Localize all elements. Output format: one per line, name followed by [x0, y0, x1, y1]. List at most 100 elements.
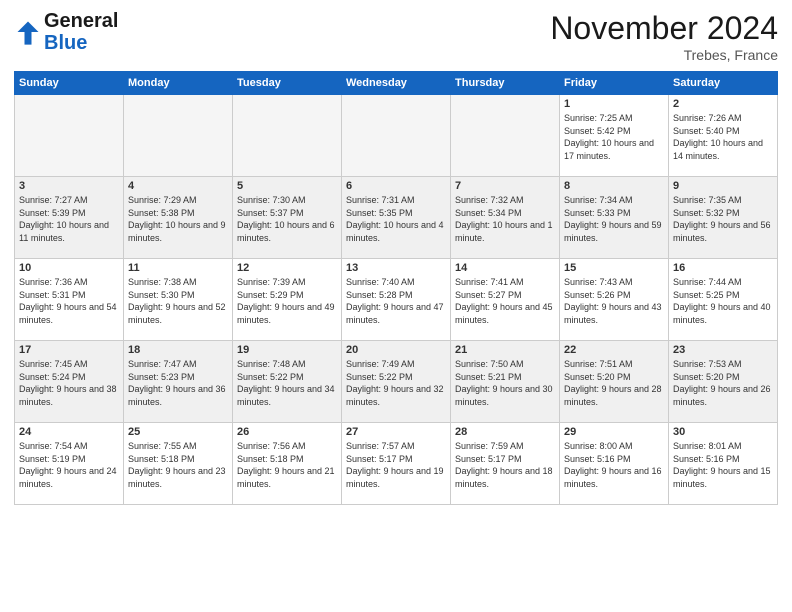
- day-number: 24: [19, 426, 119, 438]
- calendar-cell: 6 Sunrise: 7:31 AM Sunset: 5:35 PM Daylig…: [342, 177, 451, 259]
- calendar-week-5: 24 Sunrise: 7:54 AM Sunset: 5:19 PM Dayli…: [15, 423, 778, 505]
- day-number: 17: [19, 344, 119, 356]
- calendar-cell: 28Sunrise: 7:59 AM Sunset: 5:17 PM Dayli…: [451, 423, 560, 505]
- day-info: Sunrise: 7:29 AM Sunset: 5:38 PM Dayligh…: [128, 194, 228, 244]
- calendar-cell: 3 Sunrise: 7:27 AM Sunset: 5:39 PM Daylig…: [15, 177, 124, 259]
- day-number: 7: [455, 180, 555, 192]
- day-info: Sunrise: 7:25 AM Sunset: 5:42 PM Dayligh…: [564, 112, 664, 162]
- day-number: 11: [128, 262, 228, 274]
- day-number: 21: [455, 344, 555, 356]
- day-number: 3: [19, 180, 119, 192]
- day-info: Sunrise: 7:27 AM Sunset: 5:39 PM Dayligh…: [19, 194, 119, 244]
- day-number: 6: [346, 180, 446, 192]
- calendar-week-3: 10 Sunrise: 7:36 AM Sunset: 5:31 PM Dayli…: [15, 259, 778, 341]
- day-info: Sunrise: 7:31 AM Sunset: 5:35 PM Dayligh…: [346, 194, 446, 244]
- calendar-week-1: 1 Sunrise: 7:25 AM Sunset: 5:42 PM Daylig…: [15, 95, 778, 177]
- day-info: Sunrise: 7:49 AM Sunset: 5:22 PM Dayligh…: [346, 358, 446, 408]
- day-info: Sunrise: 7:54 AM Sunset: 5:19 PM Dayligh…: [19, 440, 119, 490]
- day-info: Sunrise: 7:56 AM Sunset: 5:18 PM Dayligh…: [237, 440, 337, 490]
- day-info: Sunrise: 7:40 AM Sunset: 5:28 PM Dayligh…: [346, 276, 446, 326]
- calendar-cell: [124, 95, 233, 177]
- day-number: 4: [128, 180, 228, 192]
- day-number: 29: [564, 426, 664, 438]
- calendar-cell: 22Sunrise: 7:51 AM Sunset: 5:20 PM Dayli…: [560, 341, 669, 423]
- calendar-cell: 20 Sunrise: 7:49 AM Sunset: 5:22 PM Dayli…: [342, 341, 451, 423]
- day-number: 27: [346, 426, 446, 438]
- calendar-cell: 11 Sunrise: 7:38 AM Sunset: 5:30 PM Dayli…: [124, 259, 233, 341]
- day-info: Sunrise: 8:00 AM Sunset: 5:16 PM Dayligh…: [564, 440, 664, 490]
- calendar-cell: 5Sunrise: 7:30 AM Sunset: 5:37 PM Daylig…: [233, 177, 342, 259]
- calendar-week-4: 17 Sunrise: 7:45 AM Sunset: 5:24 PM Dayli…: [15, 341, 778, 423]
- calendar-cell: 19 Sunrise: 7:48 AM Sunset: 5:22 PM Dayli…: [233, 341, 342, 423]
- day-info: Sunrise: 7:44 AM Sunset: 5:25 PM Dayligh…: [673, 276, 773, 326]
- day-number: 19: [237, 344, 337, 356]
- calendar-cell: 13 Sunrise: 7:40 AM Sunset: 5:28 PM Dayli…: [342, 259, 451, 341]
- day-number: 1: [564, 98, 664, 110]
- calendar-cell: 26 Sunrise: 7:56 AM Sunset: 5:18 PM Dayli…: [233, 423, 342, 505]
- day-info: Sunrise: 7:36 AM Sunset: 5:31 PM Dayligh…: [19, 276, 119, 326]
- col-tuesday: Tuesday: [233, 72, 342, 95]
- day-number: 16: [673, 262, 773, 274]
- calendar-cell: 15 Sunrise: 7:43 AM Sunset: 5:26 PM Dayli…: [560, 259, 669, 341]
- calendar-cell: 2 Sunrise: 7:26 AM Sunset: 5:40 PM Daylig…: [669, 95, 778, 177]
- day-info: Sunrise: 7:50 AM Sunset: 5:21 PM Dayligh…: [455, 358, 555, 408]
- calendar-cell: 4 Sunrise: 7:29 AM Sunset: 5:38 PM Daylig…: [124, 177, 233, 259]
- day-info: Sunrise: 7:39 AM Sunset: 5:29 PM Dayligh…: [237, 276, 337, 326]
- calendar-cell: 1 Sunrise: 7:25 AM Sunset: 5:42 PM Daylig…: [560, 95, 669, 177]
- day-info: Sunrise: 7:26 AM Sunset: 5:40 PM Dayligh…: [673, 112, 773, 162]
- day-number: 22: [564, 344, 664, 356]
- calendar-cell: 7Sunrise: 7:32 AM Sunset: 5:34 PM Daylig…: [451, 177, 560, 259]
- calendar-cell: 23 Sunrise: 7:53 AM Sunset: 5:20 PM Dayli…: [669, 341, 778, 423]
- calendar-cell: 24 Sunrise: 7:54 AM Sunset: 5:19 PM Dayli…: [15, 423, 124, 505]
- calendar-cell: [15, 95, 124, 177]
- day-info: Sunrise: 7:48 AM Sunset: 5:22 PM Dayligh…: [237, 358, 337, 408]
- day-number: 26: [237, 426, 337, 438]
- col-wednesday: Wednesday: [342, 72, 451, 95]
- day-info: Sunrise: 7:30 AM Sunset: 5:37 PM Dayligh…: [237, 194, 337, 244]
- day-number: 13: [346, 262, 446, 274]
- calendar-cell: 25Sunrise: 7:55 AM Sunset: 5:18 PM Dayli…: [124, 423, 233, 505]
- calendar-cell: 8Sunrise: 7:34 AM Sunset: 5:33 PM Daylig…: [560, 177, 669, 259]
- day-number: 18: [128, 344, 228, 356]
- col-monday: Monday: [124, 72, 233, 95]
- day-info: Sunrise: 7:53 AM Sunset: 5:20 PM Dayligh…: [673, 358, 773, 408]
- day-number: 12: [237, 262, 337, 274]
- day-info: Sunrise: 8:01 AM Sunset: 5:16 PM Dayligh…: [673, 440, 773, 490]
- col-thursday: Thursday: [451, 72, 560, 95]
- day-number: 20: [346, 344, 446, 356]
- day-number: 2: [673, 98, 773, 110]
- calendar-cell: 30 Sunrise: 8:01 AM Sunset: 5:16 PM Dayli…: [669, 423, 778, 505]
- day-info: Sunrise: 7:57 AM Sunset: 5:17 PM Dayligh…: [346, 440, 446, 490]
- day-info: Sunrise: 7:55 AM Sunset: 5:18 PM Dayligh…: [128, 440, 228, 490]
- day-info: Sunrise: 7:45 AM Sunset: 5:24 PM Dayligh…: [19, 358, 119, 408]
- day-number: 15: [564, 262, 664, 274]
- month-title: November 2024: [550, 10, 778, 47]
- calendar-cell: [342, 95, 451, 177]
- calendar-cell: 21 Sunrise: 7:50 AM Sunset: 5:21 PM Dayli…: [451, 341, 560, 423]
- logo: General Blue: [14, 10, 118, 54]
- calendar-table: Sunday Monday Tuesday Wednesday Thursday…: [14, 71, 778, 505]
- day-number: 9: [673, 180, 773, 192]
- logo-icon: [14, 18, 42, 46]
- day-info: Sunrise: 7:43 AM Sunset: 5:26 PM Dayligh…: [564, 276, 664, 326]
- calendar-cell: 29 Sunrise: 8:00 AM Sunset: 5:16 PM Dayli…: [560, 423, 669, 505]
- calendar-cell: 16 Sunrise: 7:44 AM Sunset: 5:25 PM Dayli…: [669, 259, 778, 341]
- calendar-cell: 17 Sunrise: 7:45 AM Sunset: 5:24 PM Dayli…: [15, 341, 124, 423]
- calendar-cell: [451, 95, 560, 177]
- calendar-cell: 12 Sunrise: 7:39 AM Sunset: 5:29 PM Dayli…: [233, 259, 342, 341]
- calendar-cell: [233, 95, 342, 177]
- calendar-cell: 18 Sunrise: 7:47 AM Sunset: 5:23 PM Dayli…: [124, 341, 233, 423]
- day-info: Sunrise: 7:47 AM Sunset: 5:23 PM Dayligh…: [128, 358, 228, 408]
- header: General Blue November 2024 Trebes, Franc…: [14, 10, 778, 63]
- title-block: November 2024 Trebes, France: [550, 10, 778, 63]
- calendar-cell: 10 Sunrise: 7:36 AM Sunset: 5:31 PM Dayli…: [15, 259, 124, 341]
- day-number: 23: [673, 344, 773, 356]
- day-number: 30: [673, 426, 773, 438]
- page: General Blue November 2024 Trebes, Franc…: [0, 0, 792, 515]
- day-number: 28: [455, 426, 555, 438]
- col-saturday: Saturday: [669, 72, 778, 95]
- day-info: Sunrise: 7:38 AM Sunset: 5:30 PM Dayligh…: [128, 276, 228, 326]
- day-info: Sunrise: 7:34 AM Sunset: 5:33 PM Dayligh…: [564, 194, 664, 244]
- day-number: 10: [19, 262, 119, 274]
- header-row: Sunday Monday Tuesday Wednesday Thursday…: [15, 72, 778, 95]
